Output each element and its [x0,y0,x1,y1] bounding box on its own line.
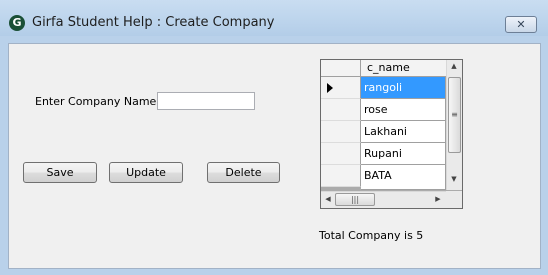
grid-cell[interactable]: rangoli [361,77,446,99]
company-name-label: Enter Company Name : [35,95,164,108]
grid-cell[interactable]: BATA [361,165,446,190]
grid-cell[interactable]: Rupani [361,143,446,165]
row-header[interactable] [321,165,361,187]
window-title: Girfa Student Help : Create Company [32,15,275,30]
row-header[interactable] [321,121,361,143]
scroll-right-arrow-icon[interactable]: ▶ [431,195,445,203]
row-header[interactable] [321,99,361,121]
update-button[interactable]: Update [109,162,183,183]
vertical-scroll-thumb[interactable]: ≡ [448,77,461,153]
horizontal-scroll-thumb[interactable]: ||| [335,193,375,206]
horizontal-scrollbar[interactable]: ◀ ||| ▶ [321,191,446,208]
row-header[interactable] [321,77,361,99]
total-company-status: Total Company is 5 [319,229,424,242]
company-name-input[interactable] [157,92,255,110]
save-button[interactable]: Save [23,162,97,183]
delete-button[interactable]: Delete [207,162,280,183]
app-window: G Girfa Student Help : Create Company ✕ … [0,0,548,275]
scroll-up-arrow-icon[interactable]: ▲ [447,62,461,70]
app-logo-icon: G [9,15,25,31]
company-grid[interactable]: c_name rangoli rose Lakhani Rupani BATA … [320,59,463,209]
column-header-c-name[interactable]: c_name [361,60,446,77]
scrollbar-corner [446,191,462,208]
scroll-down-arrow-icon[interactable]: ▼ [447,175,461,183]
close-button[interactable]: ✕ [505,16,537,33]
title-bar[interactable]: G Girfa Student Help : Create Company ✕ [0,0,548,36]
scroll-left-arrow-icon[interactable]: ◀ [321,195,335,203]
grid-cell[interactable]: Lakhani [361,121,446,143]
grid-corner-header[interactable] [321,60,361,77]
form-client-area: Enter Company Name : Save Update Delete … [8,43,541,269]
grid-cell[interactable]: rose [361,99,446,121]
row-header[interactable] [321,143,361,165]
vertical-scrollbar[interactable]: ▲ ≡ ▼ [446,60,462,190]
